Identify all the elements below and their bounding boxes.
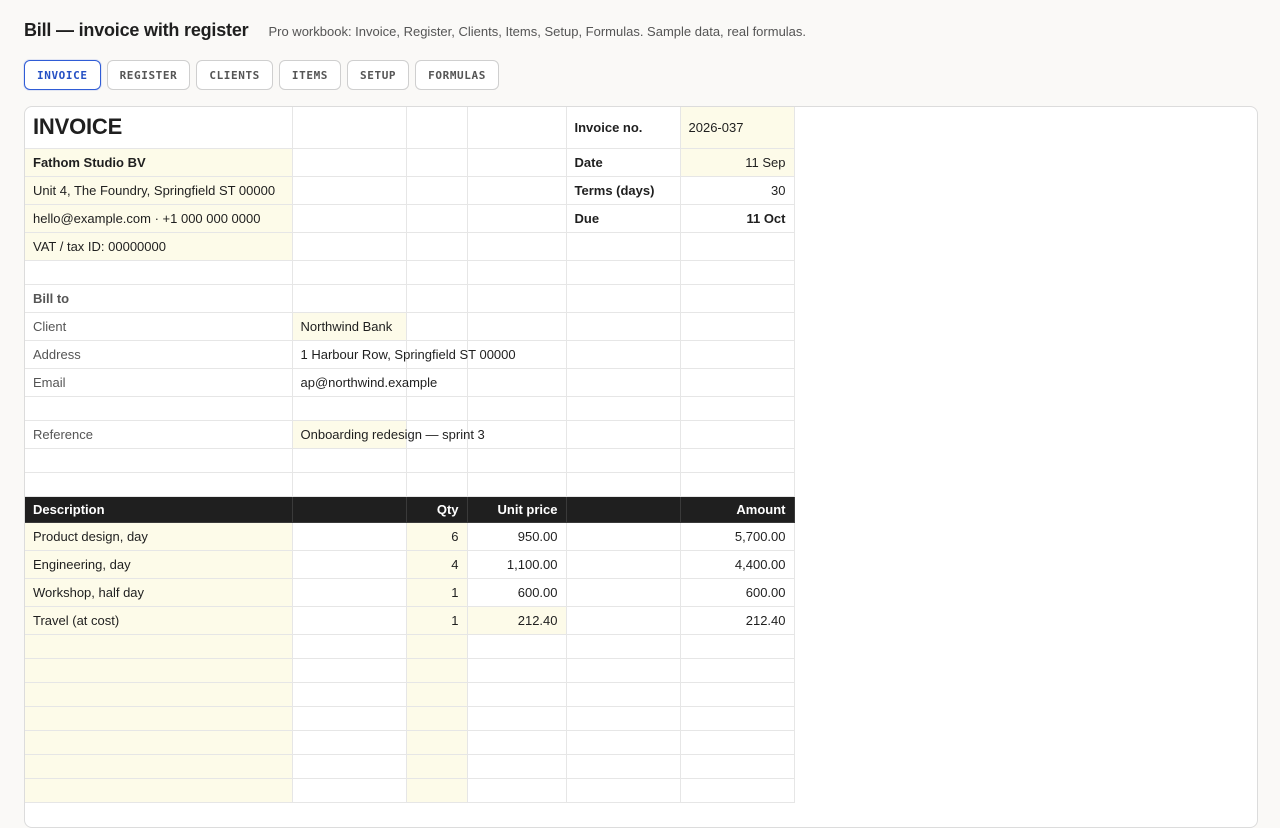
seller-address-cell[interactable]: Unit 4, The Foundry, Springfield ST 0000…	[25, 176, 293, 205]
table-row: Product design, day 6 950.00 5,700.00	[25, 522, 795, 551]
line-amount: 5,700.00	[680, 522, 795, 551]
seller-tax-cell[interactable]: VAT / tax ID: 00000000	[25, 232, 293, 261]
line-description[interactable]: Travel (at cost)	[25, 606, 293, 635]
tab-invoice[interactable]: INVOICE	[24, 60, 101, 90]
row-heading: INVOICE Invoice no. 2026-037	[25, 107, 795, 149]
row-seller-contact: hello@example.com · +1 000 000 0000 Due …	[25, 204, 795, 233]
col-header-qty: Qty	[406, 496, 468, 523]
page-subtitle: Pro workbook: Invoice, Register, Clients…	[268, 24, 807, 39]
row-client: Client Northwind Bank	[25, 312, 795, 341]
tab-setup[interactable]: SETUP	[347, 60, 410, 90]
reference-label: Reference	[25, 420, 293, 449]
col-header-unit-price: Unit price	[467, 496, 567, 523]
tab-formulas[interactable]: FORMULAS	[415, 60, 499, 90]
line-amount: 4,400.00	[680, 550, 795, 579]
tab-items[interactable]: ITEMS	[278, 60, 342, 90]
line-items-header: Description Qty Unit price Amount	[25, 496, 795, 523]
sheet-tabs: INVOICE REGISTER CLIENTS ITEMS SETUP FOR…	[24, 60, 505, 90]
line-unit-price: 600.00	[467, 578, 567, 607]
app-header: Bill — invoice with register Pro workboo…	[24, 20, 806, 41]
line-description[interactable]: Product design, day	[25, 522, 293, 551]
row-seller-address: Unit 4, The Foundry, Springfield ST 0000…	[25, 176, 795, 205]
email-label: Email	[25, 368, 293, 397]
invoice-no-cell[interactable]: 2026-037	[680, 107, 795, 149]
line-description[interactable]: Engineering, day	[25, 550, 293, 579]
tab-register[interactable]: REGISTER	[106, 60, 191, 90]
reference-cell[interactable]: Onboarding redesign — sprint 3	[292, 420, 485, 449]
row-email: Email ap@northwind.example	[25, 368, 795, 397]
table-row: Travel (at cost) 1 212.40 212.40	[25, 606, 795, 635]
table-row-empty	[25, 634, 795, 659]
table-row-empty	[25, 754, 795, 779]
line-qty[interactable]: 1	[406, 578, 468, 607]
table-row-empty	[25, 730, 795, 755]
col-header-amount: Amount	[680, 496, 795, 523]
row-seller-tax: VAT / tax ID: 00000000	[25, 232, 795, 261]
row-reference: Reference Onboarding redesign — sprint 3	[25, 420, 795, 449]
row-seller-name: Fathom Studio BV Date 11 Sep	[25, 148, 795, 177]
table-row-empty	[25, 682, 795, 707]
table-row-empty	[25, 706, 795, 731]
invoice-sheet: INVOICE Invoice no. 2026-037 Fathom Stud…	[24, 106, 1258, 828]
col-header-description: Description	[25, 496, 293, 523]
table-row-empty	[25, 658, 795, 683]
email-cell: ap@northwind.example	[292, 368, 437, 397]
date-cell[interactable]: 11 Sep	[680, 148, 795, 177]
line-qty[interactable]: 6	[406, 522, 468, 551]
invoice-no-label: Invoice no.	[566, 107, 681, 149]
date-label: Date	[566, 148, 681, 177]
line-unit-price: 1,100.00	[467, 550, 567, 579]
invoice-heading: INVOICE	[25, 107, 293, 149]
terms-cell[interactable]: 30	[680, 176, 795, 205]
line-amount: 212.40	[680, 606, 795, 635]
line-unit-price[interactable]: 212.40	[467, 606, 567, 635]
line-unit-price: 950.00	[467, 522, 567, 551]
table-row-empty	[25, 778, 795, 803]
tab-clients[interactable]: CLIENTS	[196, 60, 273, 90]
line-amount: 600.00	[680, 578, 795, 607]
seller-name-cell[interactable]: Fathom Studio BV	[25, 148, 293, 177]
address-cell: 1 Harbour Row, Springfield ST 00000	[292, 340, 516, 369]
row-bill-to: Bill to	[25, 284, 795, 313]
row-spacer	[25, 472, 795, 497]
line-qty[interactable]: 1	[406, 606, 468, 635]
table-row: Workshop, half day 1 600.00 600.00	[25, 578, 795, 607]
page-title: Bill — invoice with register	[24, 20, 249, 40]
row-spacer	[25, 396, 795, 421]
seller-contact-cell[interactable]: hello@example.com · +1 000 000 0000	[25, 204, 293, 233]
client-cell[interactable]: Northwind Bank	[292, 312, 407, 341]
address-label: Address	[25, 340, 293, 369]
invoice-grid: INVOICE Invoice no. 2026-037 Fathom Stud…	[25, 107, 795, 803]
terms-label: Terms (days)	[566, 176, 681, 205]
client-label: Client	[25, 312, 293, 341]
due-cell: 11 Oct	[680, 204, 795, 233]
row-spacer	[25, 260, 795, 285]
bill-to-heading: Bill to	[25, 284, 293, 313]
row-address: Address 1 Harbour Row, Springfield ST 00…	[25, 340, 795, 369]
row-spacer	[25, 448, 795, 473]
line-description[interactable]: Workshop, half day	[25, 578, 293, 607]
due-label: Due	[566, 204, 681, 233]
line-qty[interactable]: 4	[406, 550, 468, 579]
table-row: Engineering, day 4 1,100.00 4,400.00	[25, 550, 795, 579]
